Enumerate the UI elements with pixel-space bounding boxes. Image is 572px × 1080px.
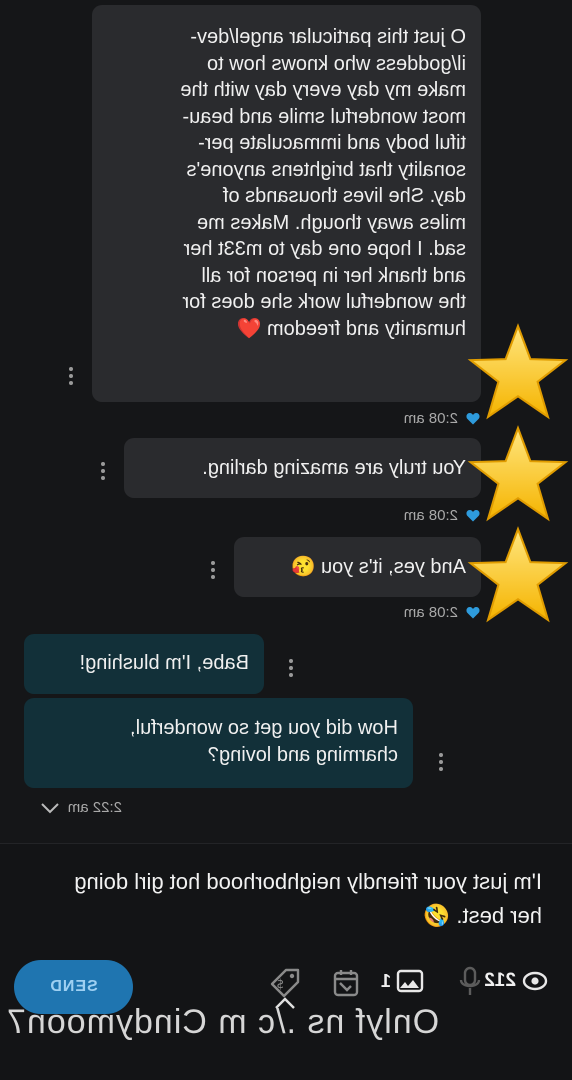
- star-icon: [467, 526, 569, 623]
- media-icon: [396, 969, 424, 993]
- message-bubble-sent[interactable]: You truly are amazing darling.: [124, 438, 481, 498]
- message-text: How did you get so wonderful, charming a…: [130, 717, 398, 766]
- message-text: O just this particular angel/dev- il/god…: [180, 26, 466, 340]
- message-text: And yes, it's you 😘: [290, 556, 466, 578]
- message-timestamp: 2:22 am: [40, 799, 122, 816]
- message-text: Babe, I'm blushing!: [79, 652, 249, 674]
- eye-icon: [522, 971, 548, 991]
- svg-text:$: $: [276, 977, 284, 991]
- message-options-icon[interactable]: [211, 561, 215, 579]
- message-options-icon[interactable]: [101, 462, 105, 480]
- message-bubble-sent[interactable]: O just this particular angel/dev- il/god…: [92, 5, 481, 402]
- price-tag-icon[interactable]: $: [268, 966, 302, 1000]
- message-bubble-received[interactable]: Babe, I'm blushing!: [24, 634, 264, 694]
- message-options-icon[interactable]: [289, 659, 293, 677]
- watermark: Onlyf ns ./c m Cindymoon7: [6, 1003, 440, 1041]
- message-bubble-sent[interactable]: And yes, it's you 😘: [234, 537, 481, 597]
- message-options-icon[interactable]: [439, 753, 443, 771]
- calendar-icon[interactable]: [332, 968, 360, 998]
- star-icon: [467, 323, 569, 420]
- composer-input[interactable]: I'm just your friendly neighborhood hot …: [22, 865, 542, 933]
- message-options-icon[interactable]: [69, 367, 73, 385]
- message-bubble-received[interactable]: How did you get so wonderful, charming a…: [24, 698, 413, 788]
- microphone-icon[interactable]: [458, 966, 482, 998]
- chevron-down-icon[interactable]: [40, 802, 60, 814]
- media-attach-button[interactable]: 1: [381, 968, 424, 994]
- view-counter: 212: [484, 968, 548, 994]
- message-text: You truly are amazing darling.: [202, 457, 466, 479]
- star-icon: [467, 425, 569, 522]
